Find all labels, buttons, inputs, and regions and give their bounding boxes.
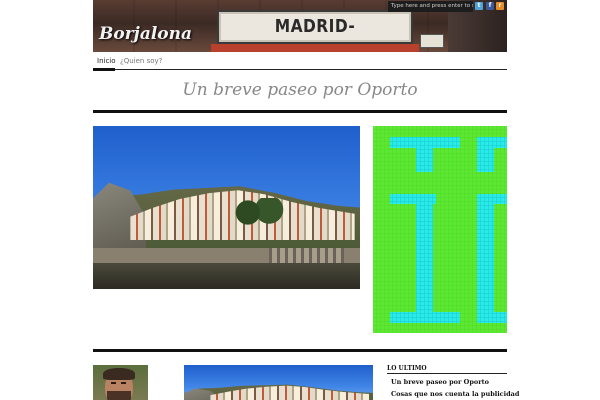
nav-item-quien-soy[interactable]: ¿Quien soy? — [120, 57, 162, 65]
twitter-icon[interactable]: t — [475, 2, 483, 10]
nav-active-indicator — [93, 68, 115, 71]
info-i-glyph — [373, 126, 507, 333]
search-input[interactable]: Type here and press enter to search — [388, 1, 473, 12]
site-title[interactable]: Borjalona — [99, 24, 192, 44]
sidebar-heading-divider — [387, 373, 507, 374]
recent-post-link[interactable]: Un breve paseo por Oporto — [391, 378, 489, 386]
post-thumbnail-porto[interactable] — [184, 365, 373, 400]
post-photo-porto[interactable] — [93, 126, 360, 289]
rss-icon[interactable]: r — [496, 2, 504, 10]
post-title[interactable]: Un breve paseo por Oporto — [93, 80, 507, 100]
header-banner: MADRID-BARCELONA Borjalona Type here and… — [93, 0, 507, 52]
facebook-icon[interactable]: f — [486, 2, 494, 10]
header-red-bar — [211, 44, 419, 52]
header-sign: MADRID-BARCELONA — [217, 10, 413, 52]
avatar[interactable] — [93, 365, 148, 400]
header-plaque — [420, 34, 444, 48]
nav-divider — [93, 69, 507, 70]
nav-item-inicio[interactable]: Inicio — [97, 57, 116, 65]
post-divider-top — [93, 110, 507, 113]
info-graphic — [373, 126, 507, 333]
section-divider — [93, 349, 507, 352]
main-nav: Inicio ¿Quien soy? — [93, 54, 507, 70]
sidebar-heading-lo-ultimo: LO ULTIMO — [387, 365, 427, 372]
recent-post-link[interactable]: Cosas que nos cuenta la publicidad — [391, 390, 519, 398]
